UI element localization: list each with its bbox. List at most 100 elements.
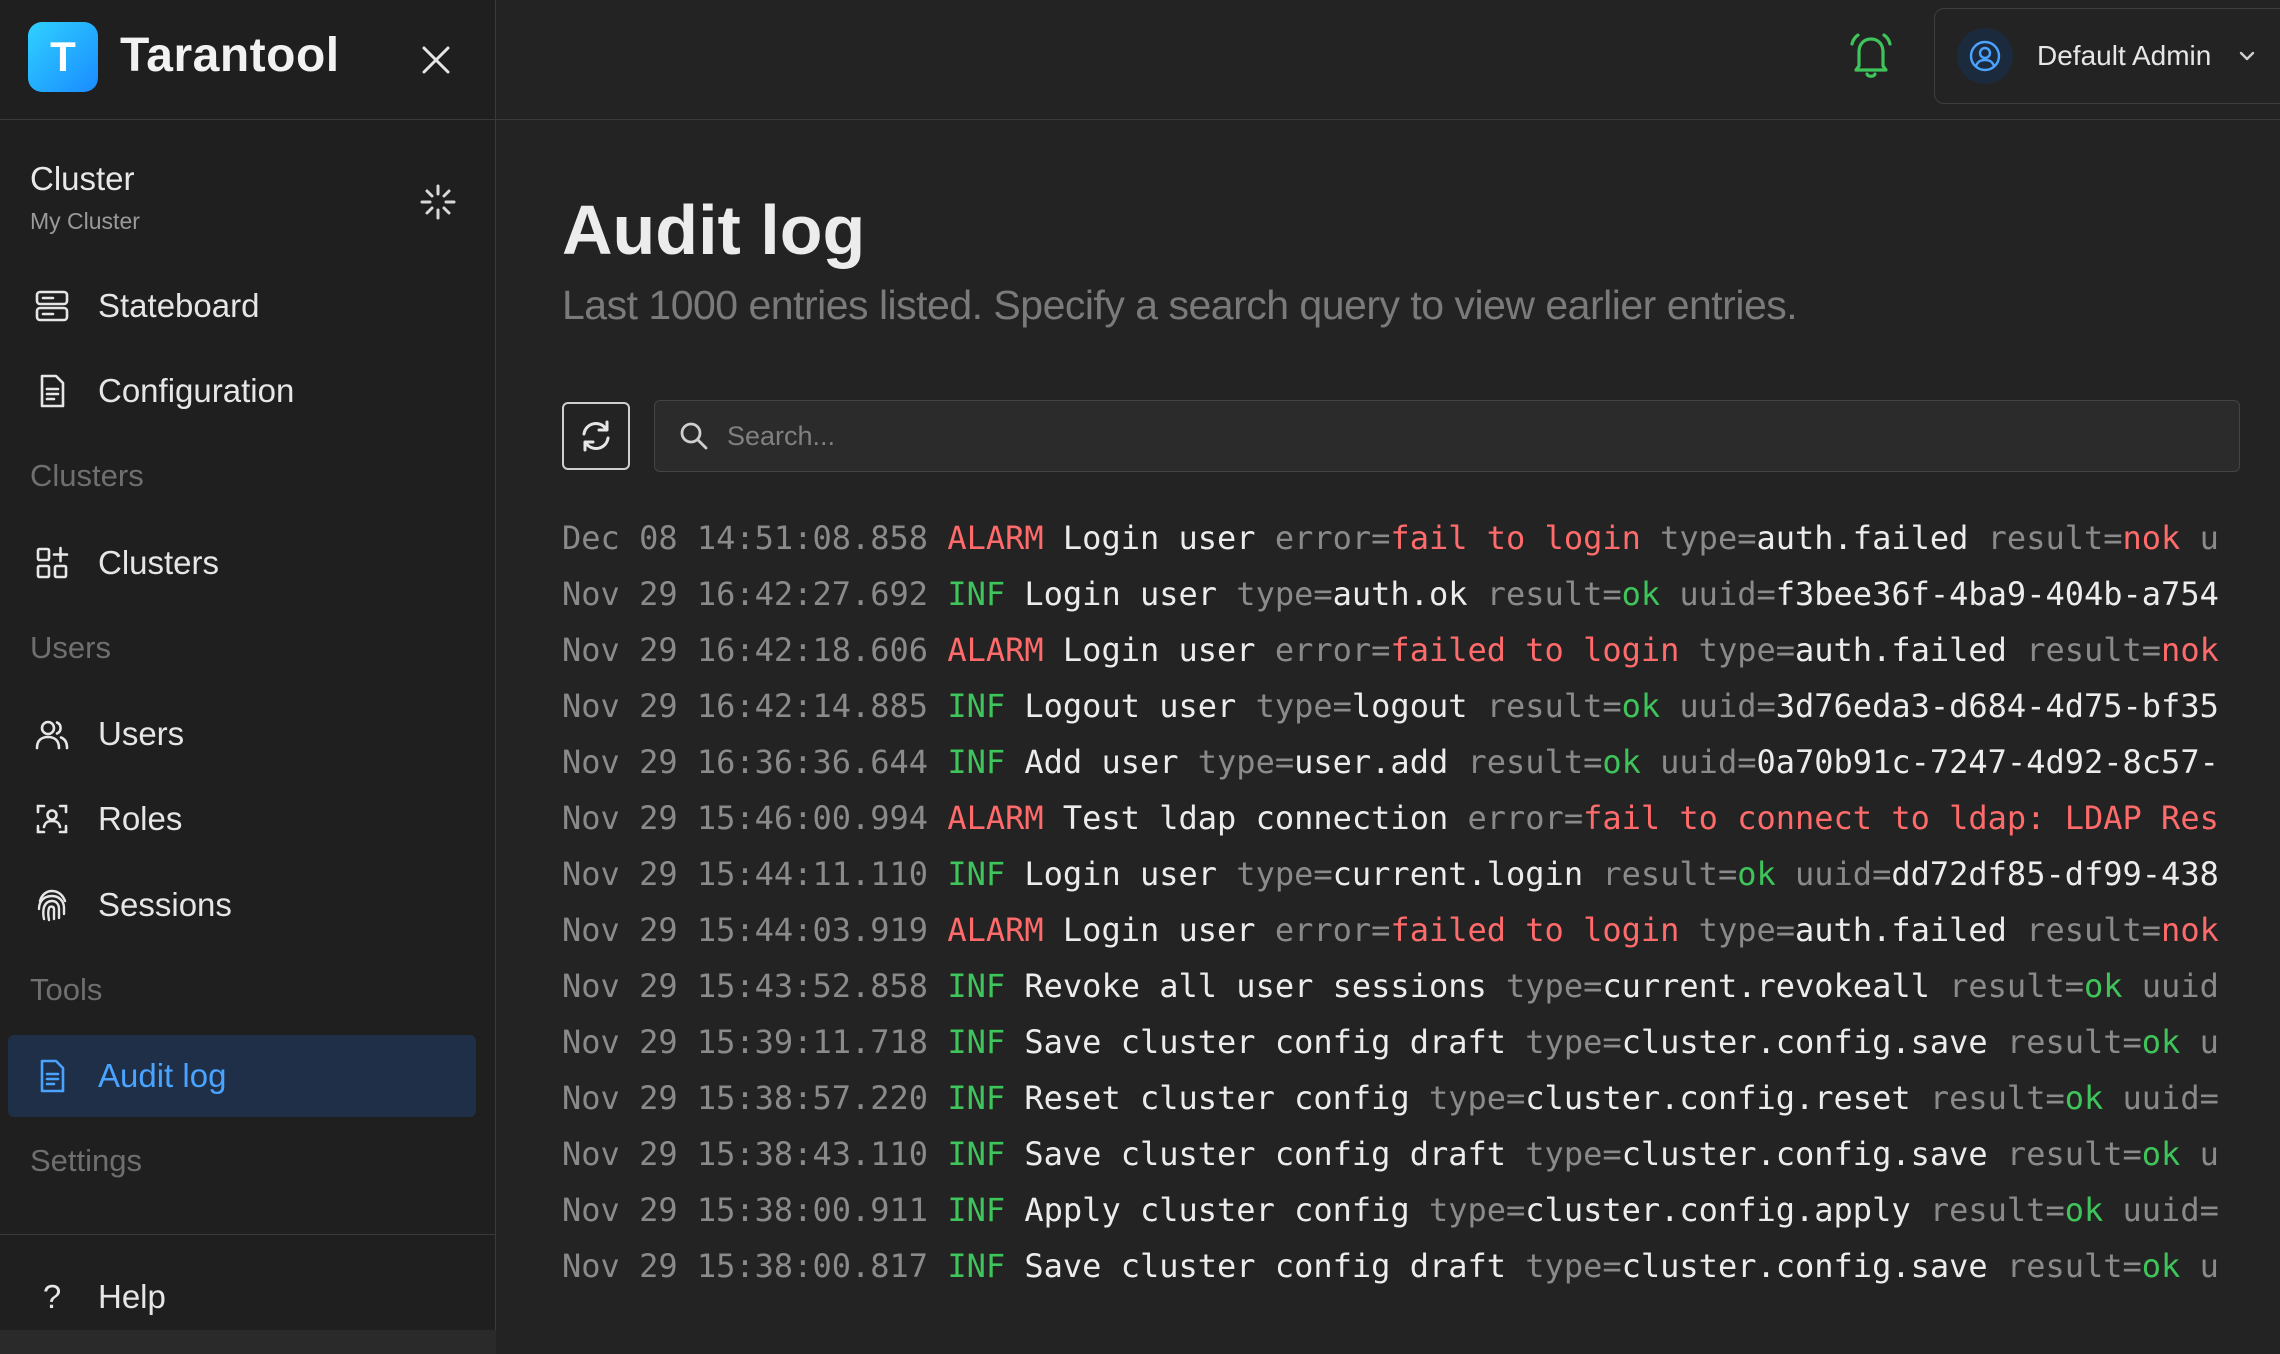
- log-level: ALARM: [947, 631, 1044, 669]
- sidebar-item-label: Clusters: [98, 544, 220, 581]
- log-field-value: cluster.config.apply: [1525, 1191, 1911, 1229]
- sidebar-item-roles[interactable]: Roles: [8, 778, 476, 860]
- document-icon: [32, 371, 72, 411]
- log-level: ALARM: [947, 911, 1044, 949]
- role-icon: [32, 799, 72, 839]
- log-entry[interactable]: Nov 29 15:38:00.817 INF Save cluster con…: [562, 1238, 2224, 1290]
- tarantool-logo[interactable]: T: [28, 22, 98, 92]
- user-menu-button[interactable]: Default Admin: [1934, 8, 2280, 104]
- page-title: Audit log: [562, 191, 866, 269]
- sidebar-item-label: Stateboard: [98, 287, 260, 324]
- log-field-value: ok: [1621, 687, 1661, 725]
- log-message: Test ldap connection: [1062, 799, 1449, 837]
- log-field-key: uuid=: [2122, 1079, 2219, 1117]
- log-timestamp: Nov 29 15:44:03.919: [562, 911, 929, 949]
- bell-icon[interactable]: [1846, 30, 1896, 82]
- sidebar-item-users[interactable]: Users: [8, 693, 476, 775]
- log-field-value: ok: [1621, 575, 1661, 613]
- log-level: INF: [947, 1247, 1006, 1285]
- log-timestamp: Dec 08 14:51:08.858: [562, 519, 929, 557]
- sidebar-item-configuration[interactable]: Configuration: [8, 350, 476, 432]
- log-field-key: result=: [1467, 743, 1603, 781]
- log-timestamp: Nov 29 15:43:52.858: [562, 967, 929, 1005]
- log-field-value: ok: [2083, 967, 2123, 1005]
- log-field-key: result=: [1486, 575, 1622, 613]
- log-field-key: result=: [1987, 519, 2123, 557]
- log-message: Apply cluster config: [1024, 1191, 1410, 1229]
- log-field-value: nok: [2161, 911, 2219, 949]
- log-field-value: dd72df85-df99-438: [1891, 855, 2219, 893]
- log-timestamp: Nov 29 16:42:18.606: [562, 631, 929, 669]
- fingerprint-icon: [32, 885, 72, 925]
- section-clusters: Clusters: [30, 458, 144, 493]
- log-field-value: cluster.config.save: [1621, 1135, 1988, 1173]
- log-entry[interactable]: Nov 29 15:43:52.858 INF Revoke all user …: [562, 958, 2224, 1014]
- close-icon: [422, 46, 450, 74]
- sidebar-footer-strip: [0, 1330, 496, 1354]
- log-field-value: ok: [1737, 855, 1776, 893]
- log-field-key: error=: [1274, 519, 1391, 557]
- log-level: INF: [947, 967, 1006, 1005]
- log-message: Save cluster config draft: [1024, 1135, 1507, 1173]
- log-field-value: user.add: [1294, 743, 1449, 781]
- log-field-key: type=: [1236, 855, 1333, 893]
- log-field-key: u: [2199, 1135, 2219, 1173]
- sidebar-item-label: Configuration: [98, 372, 295, 409]
- log-entry[interactable]: Nov 29 16:42:14.885 INF Logout user type…: [562, 678, 2224, 734]
- log-field-value: ok: [2064, 1079, 2104, 1117]
- log-entry[interactable]: Nov 29 15:38:43.110 INF Save cluster con…: [562, 1126, 2224, 1182]
- log-timestamp: Nov 29 16:42:14.885: [562, 687, 929, 725]
- search-input[interactable]: [725, 419, 2179, 453]
- log-field-key: uuid=: [1795, 855, 1892, 893]
- log-field-key: result=: [1602, 855, 1738, 893]
- log-message: Save cluster config draft: [1024, 1023, 1507, 1061]
- users-icon: [32, 714, 72, 754]
- help-icon: ?: [42, 1278, 62, 1315]
- log-field-key: type=: [1197, 743, 1295, 781]
- sidebar-item-clusters[interactable]: Clusters: [8, 522, 476, 604]
- brand-header: T Tarantool: [0, 0, 496, 120]
- loading-spinner-icon: [420, 184, 456, 220]
- log-field-value: current.revokeall: [1602, 967, 1930, 1005]
- sidebar-item-label: Audit log: [98, 1057, 227, 1094]
- log-field-key: uuid: [2141, 967, 2219, 1005]
- log-level: INF: [947, 1191, 1006, 1229]
- sidebar-item-help[interactable]: ? Help: [8, 1256, 476, 1338]
- log-message: Save cluster config draft: [1024, 1247, 1507, 1285]
- log-field-key: type=: [1236, 575, 1333, 613]
- log-entry[interactable]: Nov 29 16:36:36.644 INF Add user type=us…: [562, 734, 2224, 790]
- sidebar-item-label: Users: [98, 715, 185, 752]
- log-entry[interactable]: Nov 29 15:44:11.110 INF Login user type=…: [562, 846, 2224, 902]
- close-sidebar-button[interactable]: [412, 36, 460, 84]
- log-entry[interactable]: Nov 29 15:44:03.919 ALARM Login user err…: [562, 902, 2224, 958]
- log-field-value: ok: [2141, 1247, 2181, 1285]
- log-timestamp: Nov 29 16:42:27.692: [562, 575, 929, 613]
- log-timestamp: Nov 29 16:36:36.644: [562, 743, 929, 781]
- cluster-subtitle: My Cluster: [30, 208, 140, 234]
- sidebar-item-sessions[interactable]: Sessions: [8, 864, 476, 946]
- sidebar: T Tarantool Cluster My Cluster Stateboar…: [0, 0, 496, 1354]
- log-level: ALARM: [947, 519, 1044, 557]
- log-field-key: type=: [1525, 1023, 1622, 1061]
- log-entry[interactable]: Nov 29 16:42:27.692 INF Login user type=…: [562, 566, 2224, 622]
- sidebar-item-stateboard[interactable]: Stateboard: [8, 265, 476, 347]
- search-field[interactable]: [654, 400, 2240, 472]
- section-settings[interactable]: Settings: [30, 1143, 142, 1179]
- log-entry[interactable]: Nov 29 15:39:11.718 INF Save cluster con…: [562, 1014, 2224, 1070]
- log-entry[interactable]: Nov 29 15:38:00.911 INF Apply cluster co…: [562, 1182, 2224, 1238]
- log-field-key: result=: [1949, 967, 2084, 1005]
- log-field-key: u: [2199, 1247, 2219, 1285]
- chevron-down-icon: [2240, 51, 2255, 61]
- log-entry[interactable]: Nov 29 15:38:57.220 INF Reset cluster co…: [562, 1070, 2224, 1126]
- log-field-value: auth.failed: [1795, 911, 2007, 949]
- cluster-selector[interactable]: Cluster My Cluster: [30, 160, 470, 250]
- log-entry[interactable]: Nov 29 15:46:00.994 ALARM Test ldap conn…: [562, 790, 2224, 846]
- log-entry[interactable]: Nov 29 16:42:18.606 ALARM Login user err…: [562, 622, 2224, 678]
- log-field-key: result=: [1486, 687, 1622, 725]
- sidebar-divider: [0, 1234, 496, 1235]
- refresh-icon: [582, 420, 610, 452]
- log-entry[interactable]: Dec 08 14:51:08.858 ALARM Login user err…: [562, 510, 2224, 566]
- sidebar-item-audit-log[interactable]: Audit log: [8, 1035, 476, 1117]
- log-field-value: ok: [2141, 1023, 2181, 1061]
- refresh-button[interactable]: [562, 402, 630, 470]
